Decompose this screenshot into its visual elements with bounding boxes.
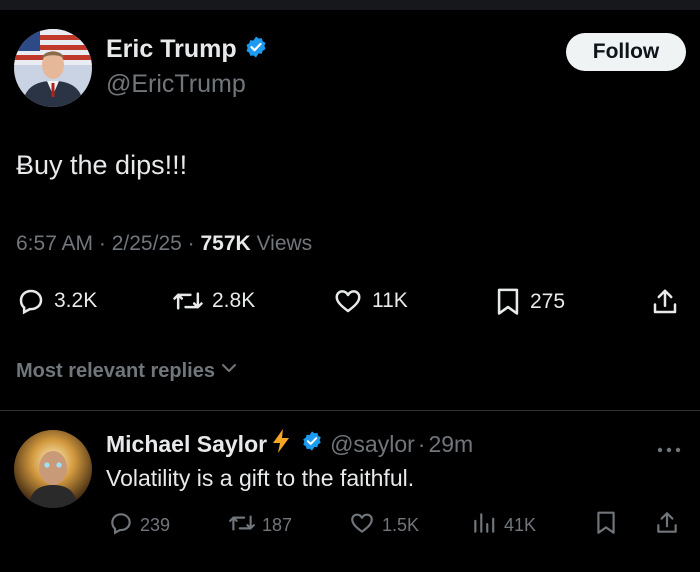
reply-reply-count: 239	[140, 515, 171, 535]
reply-like-count: 1.5K	[382, 515, 420, 535]
reply-action[interactable]: 3.2K	[16, 286, 97, 316]
author-name[interactable]: Eric Trump	[106, 35, 237, 64]
reply-text: Volatility is a gift to the faithful.	[106, 465, 415, 491]
lightning-emoji-icon	[271, 428, 291, 460]
author-handle[interactable]: @EricTrump	[106, 70, 246, 99]
reply-bookmark-action[interactable]	[594, 510, 618, 541]
share-icon	[654, 510, 680, 541]
heart-icon	[348, 510, 376, 541]
reply-author-handle[interactable]: @saylor	[330, 431, 415, 458]
reply-views-action[interactable]: 41K	[470, 510, 536, 541]
reply-author-row: Michael Saylor @saylor · 29m	[106, 428, 473, 460]
share-action[interactable]	[650, 286, 680, 318]
replies-divider	[0, 410, 700, 411]
reply-views-count: 41K	[504, 515, 537, 535]
replies-sort-dropdown[interactable]: Most relevant replies	[16, 358, 239, 384]
reply-count: 3.2K	[54, 289, 98, 312]
chevron-down-icon	[219, 358, 239, 384]
reply-reply-action[interactable]: 239	[108, 510, 170, 541]
reply-share-action[interactable]	[654, 510, 680, 541]
bookmark-action[interactable]: 275	[494, 286, 565, 318]
reply-time[interactable]: 29m	[428, 431, 473, 458]
reply-like-action[interactable]: 1.5K	[348, 510, 419, 541]
michael-saylor-avatar[interactable]	[14, 430, 92, 508]
views-label: Views	[256, 232, 313, 255]
reply-author-name[interactable]: Michael Saylor	[106, 431, 267, 458]
tweet-date[interactable]: 2/25/25	[112, 232, 182, 255]
tweet-text: Ƀuy the dips!!!	[16, 150, 188, 180]
tweet-meta: 6:57 AM · 2/25/25 · 757K Views	[16, 232, 312, 256]
repost-count: 2.8K	[212, 289, 256, 312]
top-bar	[0, 0, 700, 10]
verified-badge-icon	[244, 35, 268, 64]
author-name-row: Eric Trump	[106, 35, 268, 64]
meta-separator: ·	[98, 232, 112, 255]
heart-icon	[332, 286, 364, 316]
reply-icon	[16, 286, 46, 316]
more-options-icon[interactable]	[656, 438, 682, 461]
share-icon	[650, 286, 680, 318]
replies-sort-label: Most relevant replies	[16, 359, 215, 382]
follow-button[interactable]: Follow	[566, 33, 686, 71]
repost-icon	[228, 510, 256, 541]
repost-action[interactable]: 2.8K	[172, 286, 255, 316]
eric-trump-avatar[interactable]	[14, 29, 92, 107]
bookmark-icon	[494, 286, 522, 318]
like-action[interactable]: 11K	[332, 286, 408, 316]
meta-separator: ·	[417, 430, 426, 457]
repost-icon	[172, 286, 204, 316]
like-count: 11K	[372, 289, 408, 312]
reply-repost-count: 187	[262, 515, 293, 535]
bookmark-icon	[594, 510, 618, 541]
views-count: 757K	[200, 232, 251, 255]
reply-icon	[108, 510, 134, 541]
meta-separator: ·	[187, 232, 201, 255]
verified-badge-icon	[301, 430, 323, 458]
views-bar-chart-icon	[470, 510, 498, 541]
reply-repost-action[interactable]: 187	[228, 510, 292, 541]
bookmark-count: 275	[530, 290, 566, 313]
tweet-time[interactable]: 6:57 AM	[16, 232, 93, 255]
